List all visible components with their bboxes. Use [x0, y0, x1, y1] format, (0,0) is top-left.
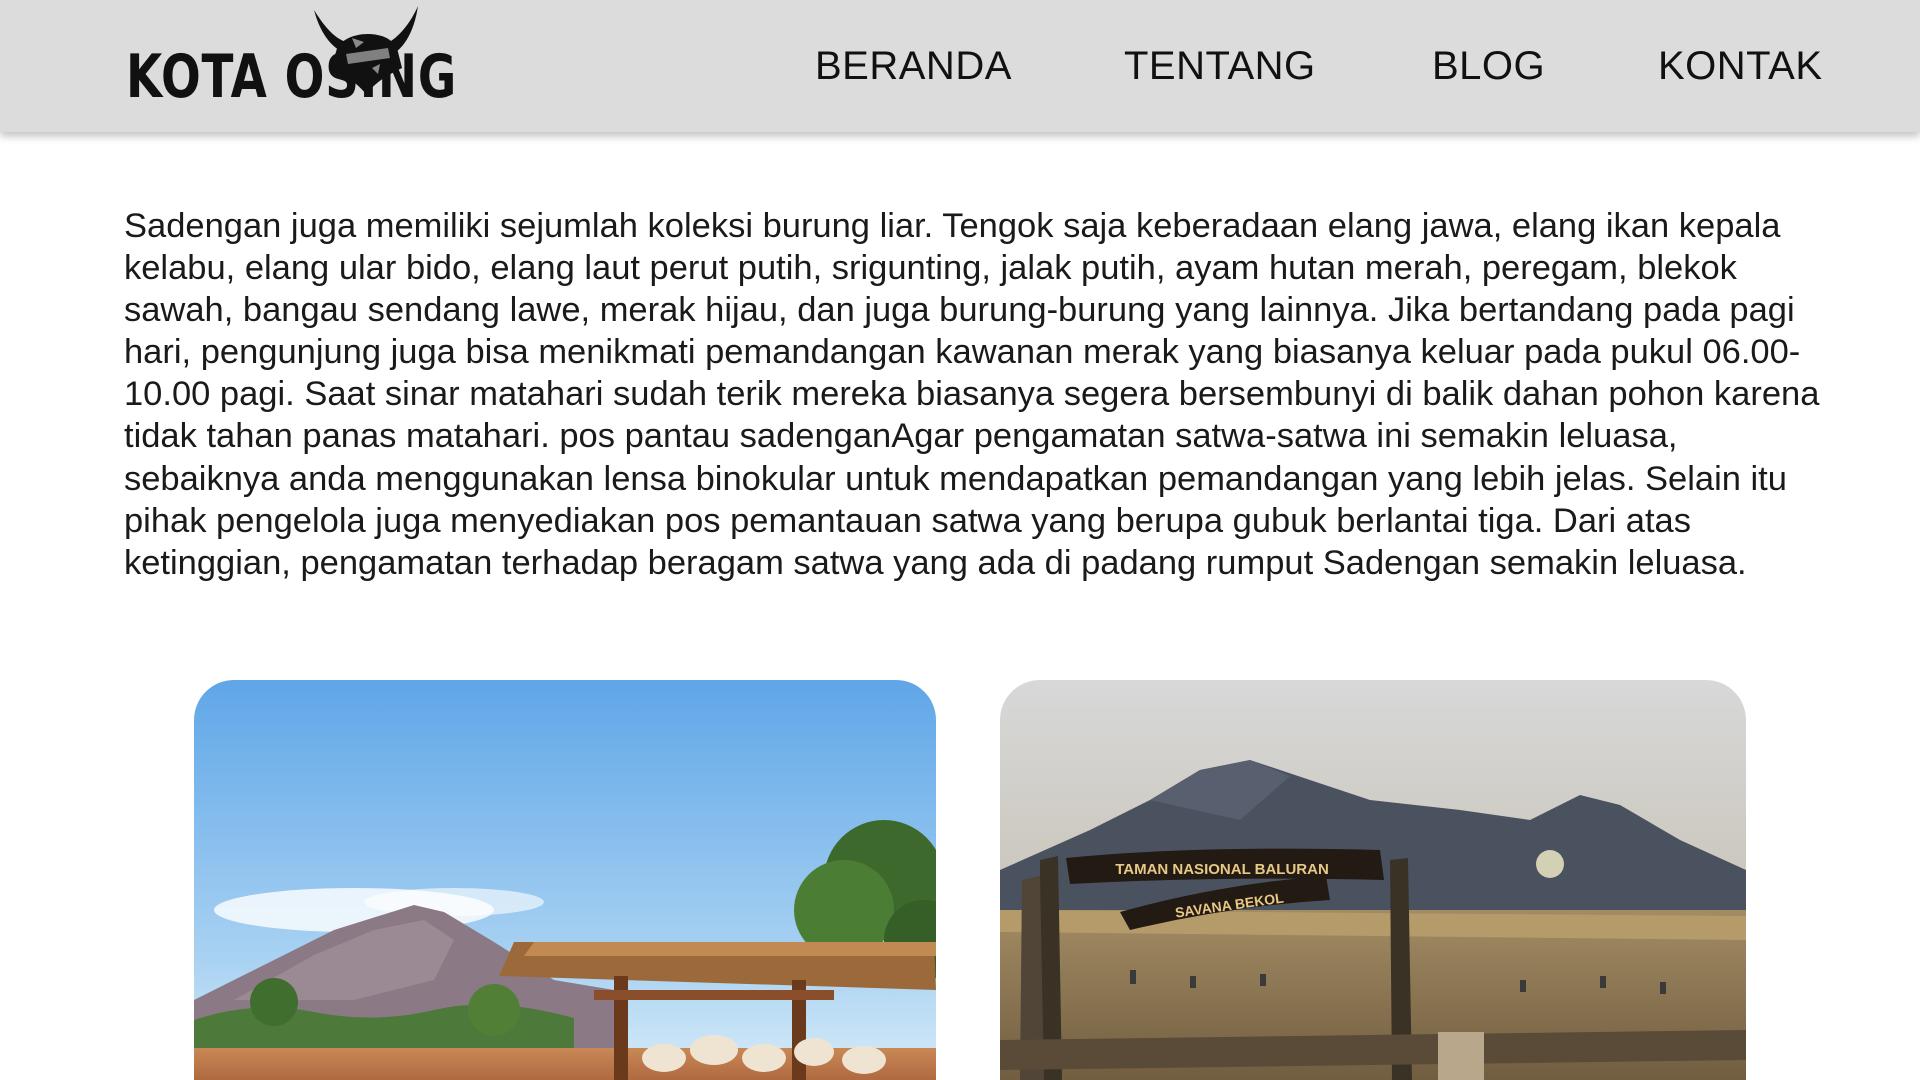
main-nav: BERANDA TENTANG BLOG KONTAK [0, 0, 1920, 132]
sign-top-text: TAMAN NASIONAL BALURAN [1115, 861, 1329, 878]
article-section: Sadengan juga memiliki sejumlah koleksi … [124, 205, 1824, 584]
nav-link-tentang[interactable]: TENTANG [1124, 42, 1316, 90]
nav-link-beranda[interactable]: BERANDA [815, 42, 1012, 90]
article-paragraph: Sadengan juga memiliki sejumlah koleksi … [124, 207, 1820, 582]
nav-link-blog[interactable]: BLOG [1432, 42, 1545, 90]
baluran-sign-photo: TAMAN NASIONAL BALURAN SAVANA BEKOL [1000, 680, 1746, 1080]
savanna-hut-photo [194, 680, 936, 1080]
nav-link-kontak[interactable]: KONTAK [1658, 42, 1823, 90]
top-navbar: KOTA OSING BERANDA TENTANG BLOG KONTAK [0, 0, 1920, 132]
